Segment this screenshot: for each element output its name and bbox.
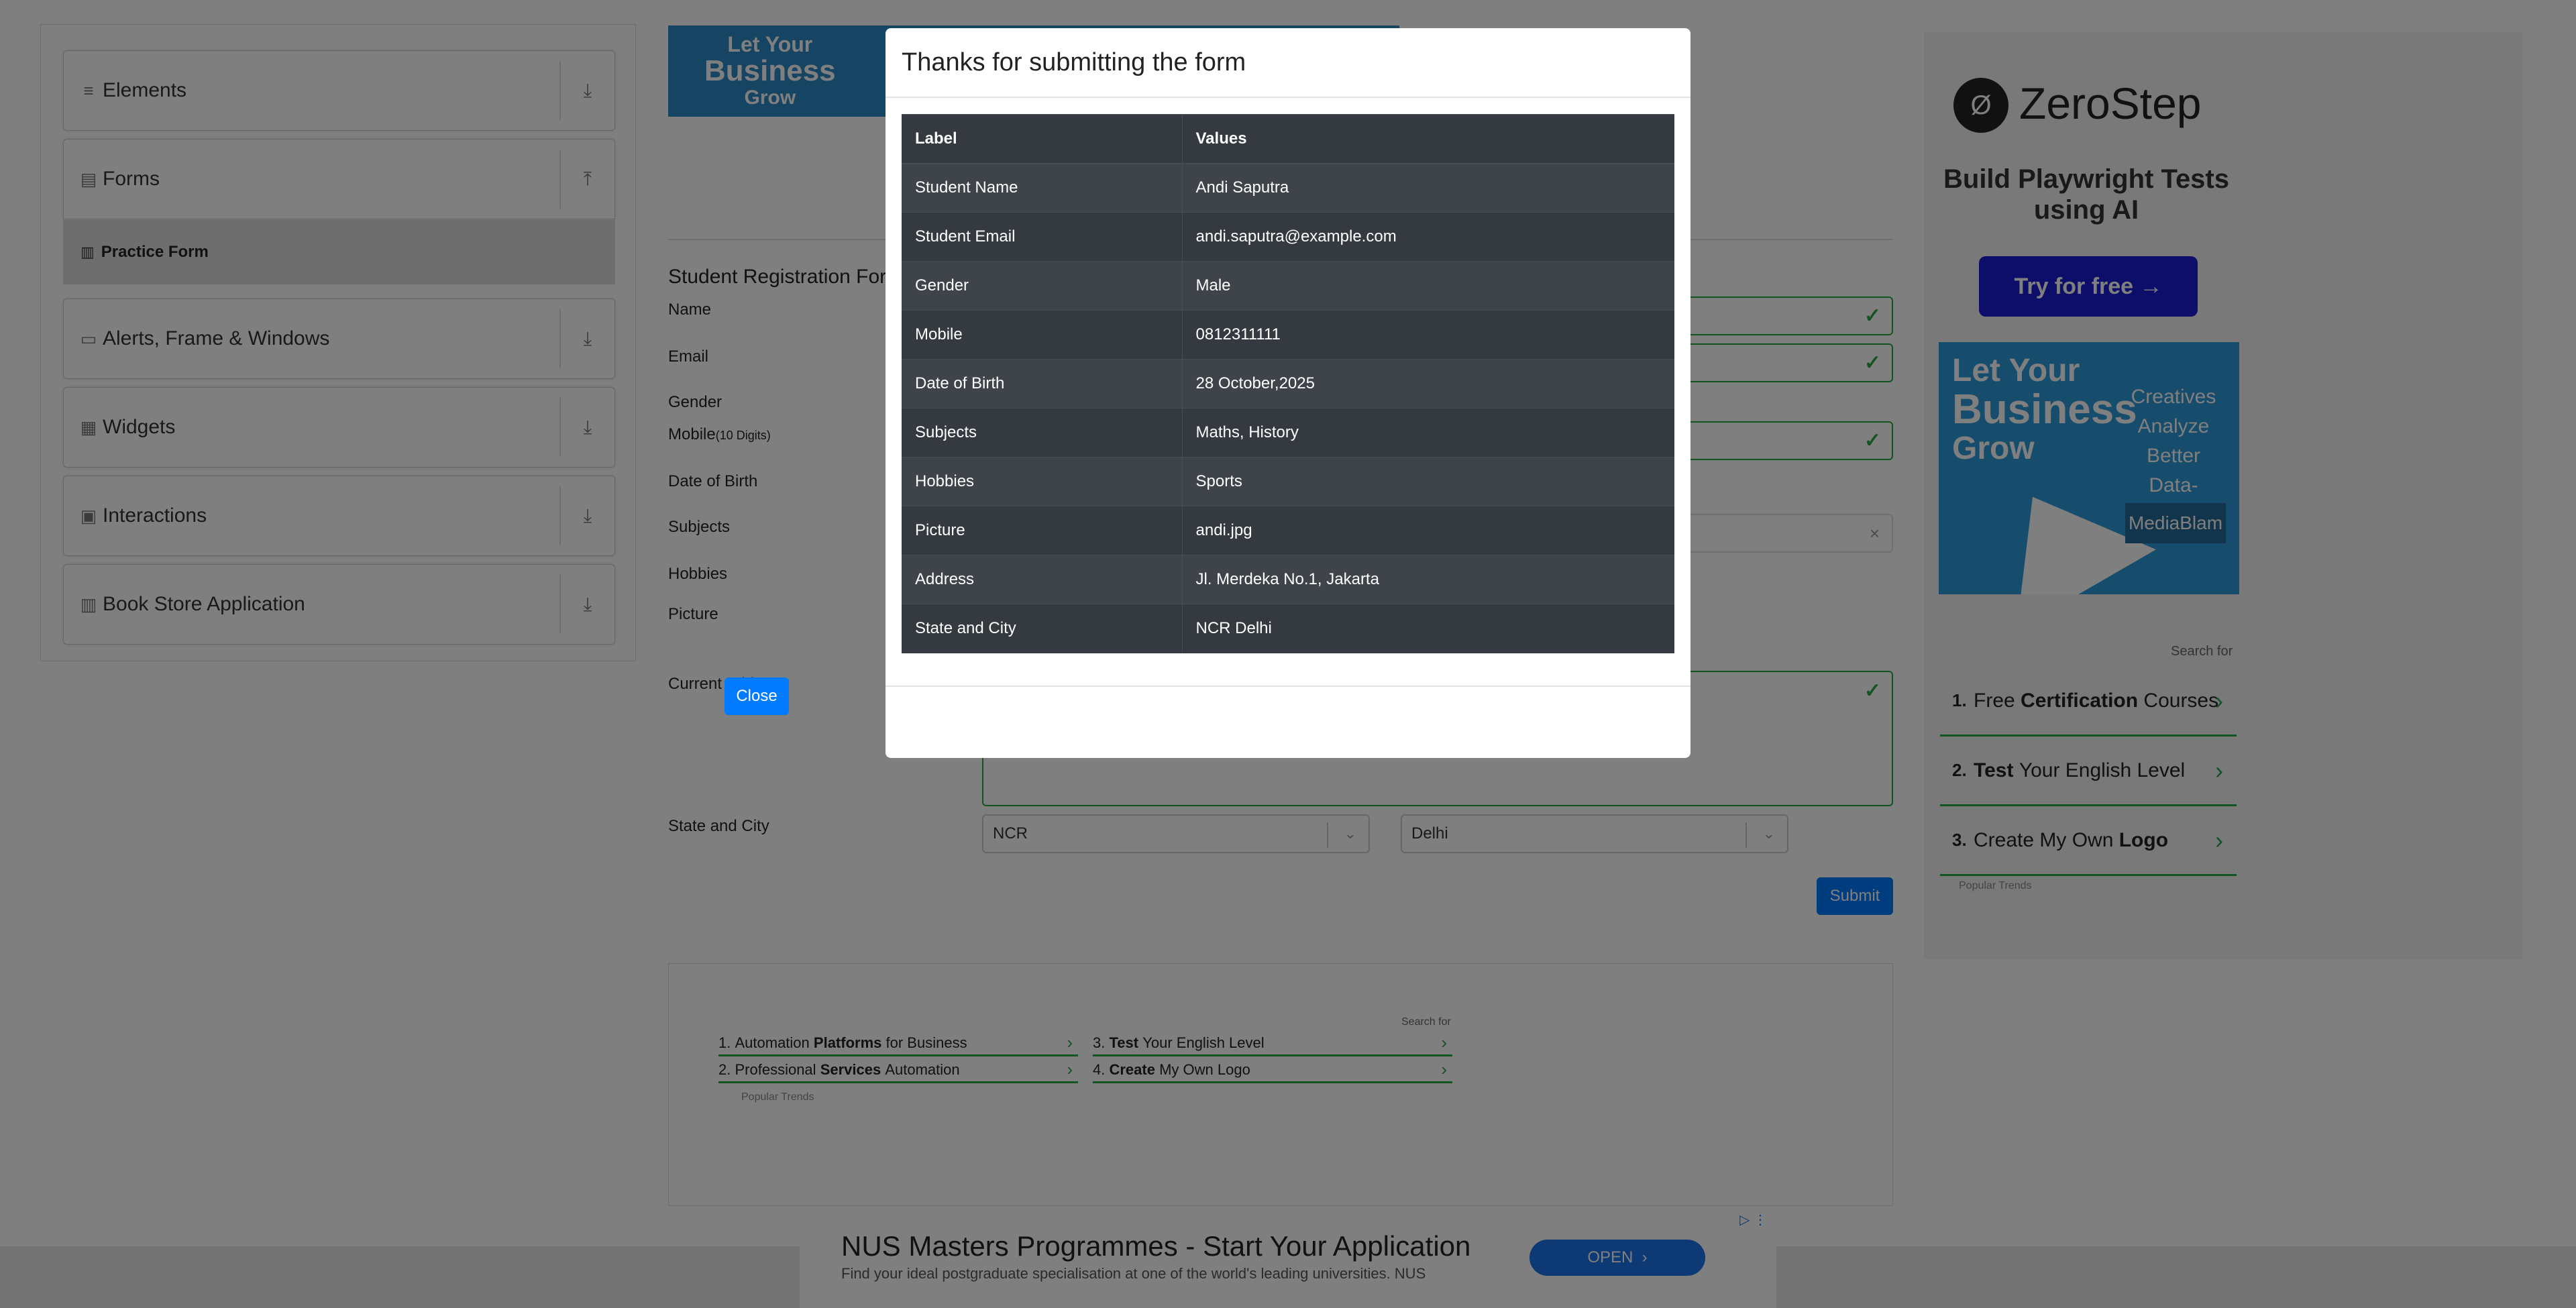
row-label: State and City	[902, 604, 1183, 653]
modal-title: Thanks for submitting the form	[902, 48, 1246, 76]
row-value: Sports	[1182, 457, 1674, 506]
table-row: Student Email andi.saputra@example.com	[902, 212, 1674, 262]
row-label: Gender	[902, 261, 1183, 311]
row-value: Maths, History	[1182, 408, 1674, 457]
table-row: Gender Male	[902, 261, 1674, 311]
row-value: 0812311111	[1182, 310, 1674, 360]
table-row: Picture andi.jpg	[902, 506, 1674, 555]
modal-footer	[885, 686, 1690, 758]
close-button[interactable]: Close	[724, 677, 789, 715]
submission-modal: Thanks for submitting the form Label Valu…	[885, 28, 1690, 758]
table-row: Hobbies Sports	[902, 457, 1674, 506]
row-label: Mobile	[902, 310, 1183, 360]
table-row: Address Jl. Merdeka No.1, Jakarta	[902, 555, 1674, 604]
column-header: Values	[1182, 114, 1674, 164]
row-value: 28 October,2025	[1182, 359, 1674, 408]
row-value: andi.jpg	[1182, 506, 1674, 555]
table-header-row: Label Values	[902, 114, 1674, 164]
table-row: Mobile 0812311111	[902, 310, 1674, 360]
row-value: Andi Saputra	[1182, 163, 1674, 213]
submission-table: Label Values Student Name Andi Saputra Stu…	[902, 114, 1674, 653]
row-label: Subjects	[902, 408, 1183, 457]
row-label: Picture	[902, 506, 1183, 555]
modal-header: Thanks for submitting the form	[885, 28, 1690, 98]
table-row: Student Name Andi Saputra	[902, 163, 1674, 213]
row-label: Student Name	[902, 163, 1183, 213]
table-row: Date of Birth 28 October,2025	[902, 359, 1674, 408]
row-label: Date of Birth	[902, 359, 1183, 408]
table-row: State and City NCR Delhi	[902, 604, 1674, 653]
row-value: Male	[1182, 261, 1674, 311]
row-value: NCR Delhi	[1182, 604, 1674, 653]
row-label: Address	[902, 555, 1183, 604]
row-value: andi.saputra@example.com	[1182, 212, 1674, 262]
row-value: Jl. Merdeka No.1, Jakarta	[1182, 555, 1674, 604]
table-row: Subjects Maths, History	[902, 408, 1674, 457]
column-header: Label	[902, 114, 1183, 164]
row-label: Hobbies	[902, 457, 1183, 506]
row-label: Student Email	[902, 212, 1183, 262]
